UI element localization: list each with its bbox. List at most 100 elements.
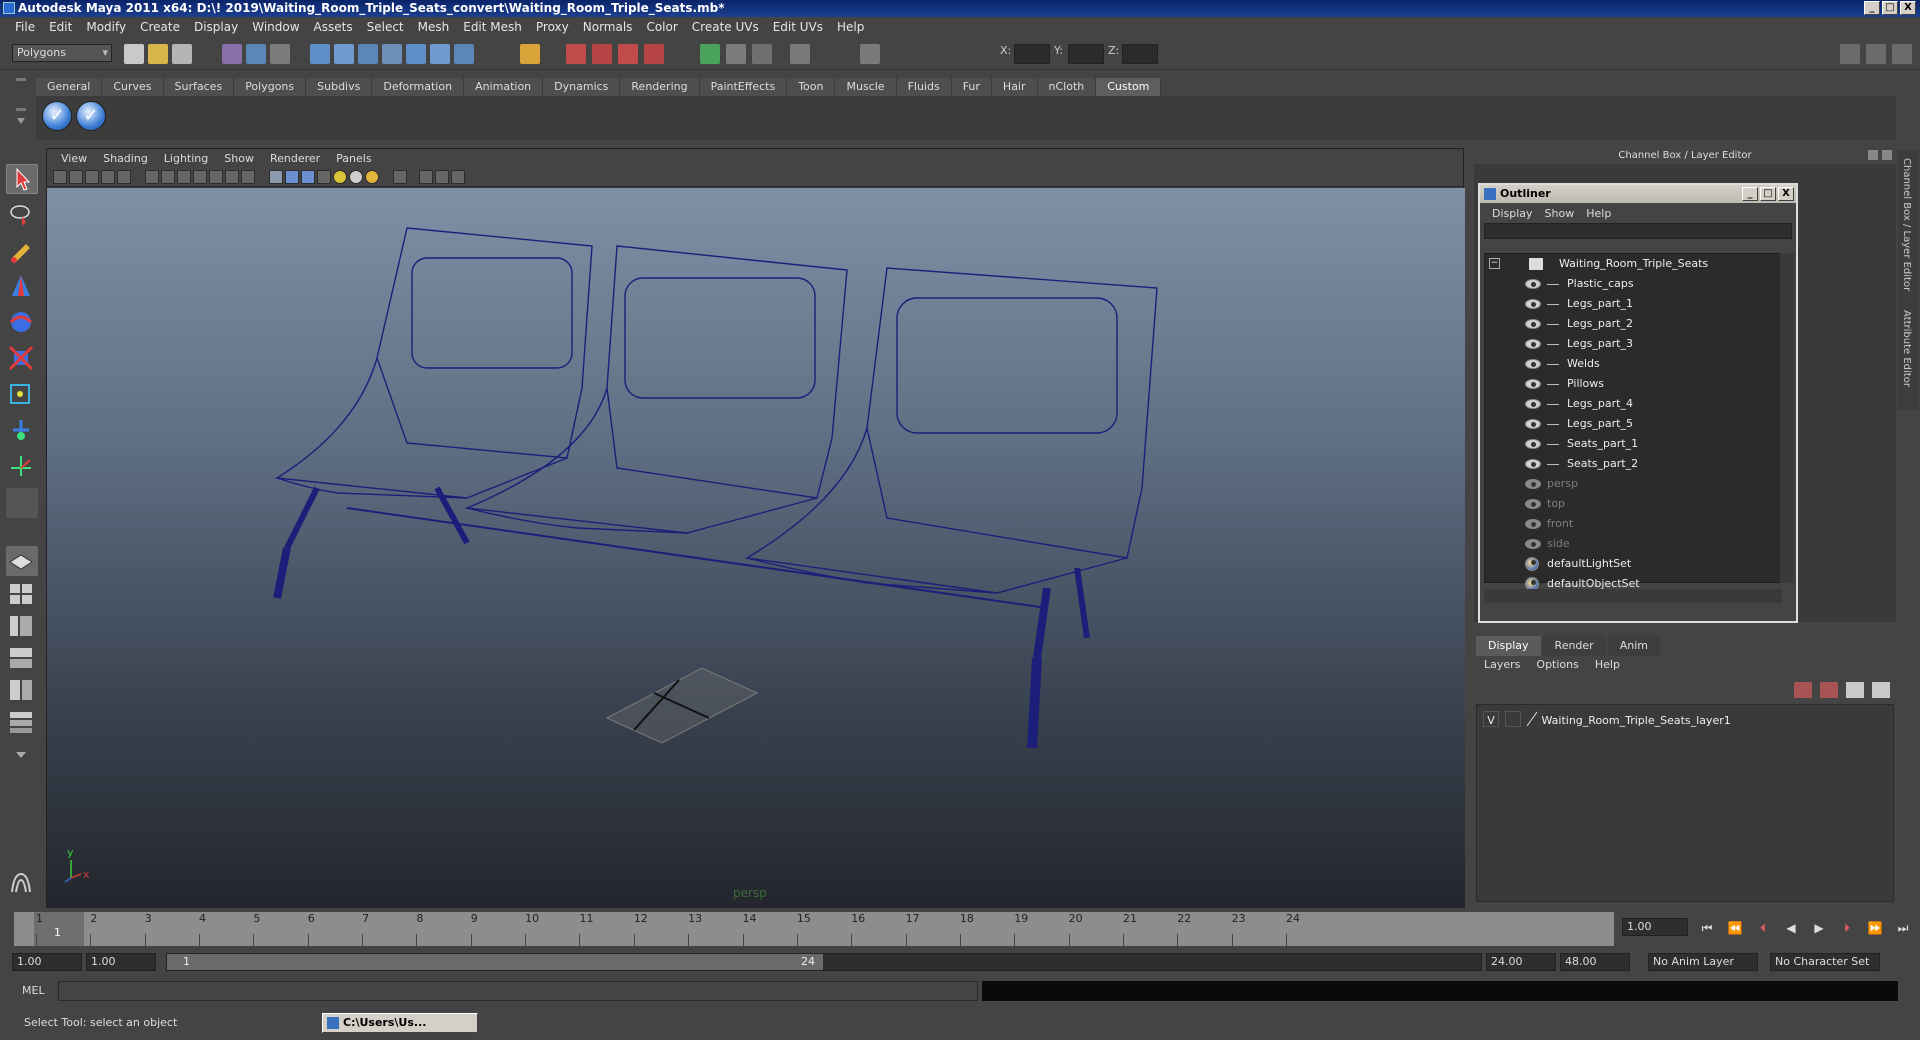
side-tab-attribute-editor[interactable]: Attribute Editor xyxy=(1901,310,1912,387)
image-plane-icon[interactable] xyxy=(101,170,115,184)
animation-end-field[interactable]: 48.00 xyxy=(1560,953,1630,971)
shelf-tab-rendering[interactable]: Rendering xyxy=(620,78,700,96)
scene-view[interactable]: y x persp xyxy=(47,188,1465,908)
hypershade-icon[interactable] xyxy=(644,44,664,64)
snap-grid-icon[interactable] xyxy=(310,44,330,64)
layer-tab-display[interactable]: Display xyxy=(1476,636,1541,656)
side-tab-channel-box[interactable]: Channel Box / Layer Editor xyxy=(1901,158,1912,291)
lock-icon[interactable] xyxy=(520,44,540,64)
select-component-icon[interactable] xyxy=(270,44,290,64)
layer-up-icon[interactable] xyxy=(1794,682,1812,698)
shelf-tab-surfaces[interactable]: Surfaces xyxy=(163,78,235,96)
default-light-icon[interactable] xyxy=(333,170,347,184)
scale-tool[interactable] xyxy=(6,344,38,374)
shelf-tab-dynamics[interactable]: Dynamics xyxy=(543,78,621,96)
close-button[interactable]: X xyxy=(1900,1,1916,15)
smooth-shade-icon[interactable] xyxy=(285,170,299,184)
shadows-icon[interactable] xyxy=(365,170,379,184)
shelf-tab-custom[interactable]: Custom xyxy=(1096,78,1162,96)
layer-visibility-toggle[interactable]: V xyxy=(1483,711,1499,727)
make-live-icon[interactable] xyxy=(406,44,426,64)
grid-icon[interactable] xyxy=(145,170,159,184)
menu-mesh[interactable]: Mesh xyxy=(411,20,457,34)
gate-mask-icon[interactable] xyxy=(193,170,207,184)
single-perspective-view-button[interactable] xyxy=(6,546,38,576)
snap-curve-icon[interactable] xyxy=(334,44,354,64)
menu-assets[interactable]: Assets xyxy=(307,20,360,34)
step-forward-frame-button[interactable]: ⏩ xyxy=(1866,920,1884,936)
select-hierarchy-icon[interactable] xyxy=(222,44,242,64)
snap-view-plane-icon[interactable] xyxy=(382,44,402,64)
absolute-transform-icon[interactable] xyxy=(860,44,880,64)
outliner-close-button[interactable]: X xyxy=(1778,187,1794,201)
menu-display[interactable]: Display xyxy=(187,20,245,34)
menu-color[interactable]: Color xyxy=(639,20,684,34)
menu-edit-uvs[interactable]: Edit UVs xyxy=(766,20,830,34)
range-slider[interactable]: 1 24 xyxy=(166,953,1482,971)
character-set-select[interactable]: No Character Set xyxy=(1770,953,1880,971)
outliner-menu-show[interactable]: Show xyxy=(1539,207,1581,220)
menu-set-select[interactable]: Polygons xyxy=(12,44,112,62)
render-icon[interactable] xyxy=(566,44,586,64)
history-icon[interactable] xyxy=(430,44,450,64)
maximize-button[interactable]: □ xyxy=(1882,1,1898,15)
isolate-select-icon[interactable] xyxy=(393,170,407,184)
channel-box-toggle-icon[interactable] xyxy=(1892,44,1912,64)
menu-edit[interactable]: Edit xyxy=(42,20,79,34)
layer-color-icon[interactable] xyxy=(1526,711,1538,727)
shelf-tab-muscle[interactable]: Muscle xyxy=(835,78,897,96)
outliner-vertical-scrollbar[interactable] xyxy=(1780,253,1794,583)
shelf-tab-curves[interactable]: Curves xyxy=(102,78,164,96)
shelf-grip[interactable] xyxy=(14,78,28,138)
input-field-icon[interactable] xyxy=(790,44,810,64)
menu-help[interactable]: Help xyxy=(830,20,871,34)
step-forward-key-button[interactable]: ⏵ xyxy=(1838,920,1856,936)
texture-icon[interactable] xyxy=(317,170,331,184)
shelf-tab-polygons[interactable]: Polygons xyxy=(234,78,307,96)
current-frame-field[interactable]: 1.00 xyxy=(1622,918,1688,936)
close-panel-icon[interactable] xyxy=(1882,150,1892,160)
all-lights-icon[interactable] xyxy=(349,170,363,184)
save-scene-icon[interactable] xyxy=(172,44,192,64)
share-icon[interactable] xyxy=(451,170,465,184)
menu-proxy[interactable]: Proxy xyxy=(529,20,576,34)
y-field[interactable] xyxy=(1068,44,1104,64)
viewport-menu-show[interactable]: Show xyxy=(216,152,262,165)
menu-create-uvs[interactable]: Create UVs xyxy=(685,20,766,34)
shelf-checkmark-button-2[interactable]: ✓ xyxy=(76,101,106,131)
viewport-menu-lighting[interactable]: Lighting xyxy=(156,152,216,165)
shelf-tab-hair[interactable]: Hair xyxy=(991,78,1038,96)
show-hide-channel-box-icon[interactable] xyxy=(752,44,772,64)
shelf-checkmark-button-1[interactable]: ✓ xyxy=(42,101,72,131)
layout-icon[interactable] xyxy=(1840,44,1860,64)
film-gate-icon[interactable] xyxy=(161,170,175,184)
shelf-tab-general[interactable]: General xyxy=(36,78,103,96)
shelf-tab-painteffects[interactable]: PaintEffects xyxy=(699,78,788,96)
camera-attributes-icon[interactable] xyxy=(69,170,83,184)
select-object-icon[interactable] xyxy=(246,44,266,64)
mel-label[interactable]: MEL xyxy=(22,984,45,997)
show-manipulator-tool[interactable] xyxy=(6,452,38,482)
new-layer-from-selection-icon[interactable] xyxy=(1872,682,1890,698)
layer-tab-render[interactable]: Render xyxy=(1542,636,1606,656)
layer-menu-options[interactable]: Options xyxy=(1528,658,1586,671)
field-chart-icon[interactable] xyxy=(209,170,223,184)
four-view-button[interactable] xyxy=(6,580,38,610)
shelf-tab-animation[interactable]: Animation xyxy=(464,78,544,96)
step-back-frame-button[interactable]: ⏪ xyxy=(1726,920,1744,936)
ipr-render-icon[interactable] xyxy=(592,44,612,64)
viewport-menu-view[interactable]: View xyxy=(53,152,95,165)
layer-down-icon[interactable] xyxy=(1820,682,1838,698)
play-forwards-button[interactable]: ▶ xyxy=(1810,920,1828,936)
play-backwards-button[interactable]: ◀ xyxy=(1782,920,1800,936)
anim-layer-select[interactable]: No Anim Layer xyxy=(1648,953,1758,971)
new-scene-icon[interactable] xyxy=(124,44,144,64)
shelf-tab-fluids[interactable]: Fluids xyxy=(896,78,952,96)
outliner-item-root[interactable]: − Waiting_Room_Triple_Seats xyxy=(1489,254,1779,274)
render-settings-icon[interactable] xyxy=(618,44,638,64)
layer-row[interactable]: V Waiting_Room_Triple_Seats_layer1 xyxy=(1483,711,1731,729)
outliner-minimize-button[interactable]: _ xyxy=(1742,187,1758,201)
snap-point-icon[interactable] xyxy=(358,44,378,64)
step-back-key-button[interactable]: ⏴ xyxy=(1754,920,1772,936)
safe-title-icon[interactable] xyxy=(241,170,255,184)
